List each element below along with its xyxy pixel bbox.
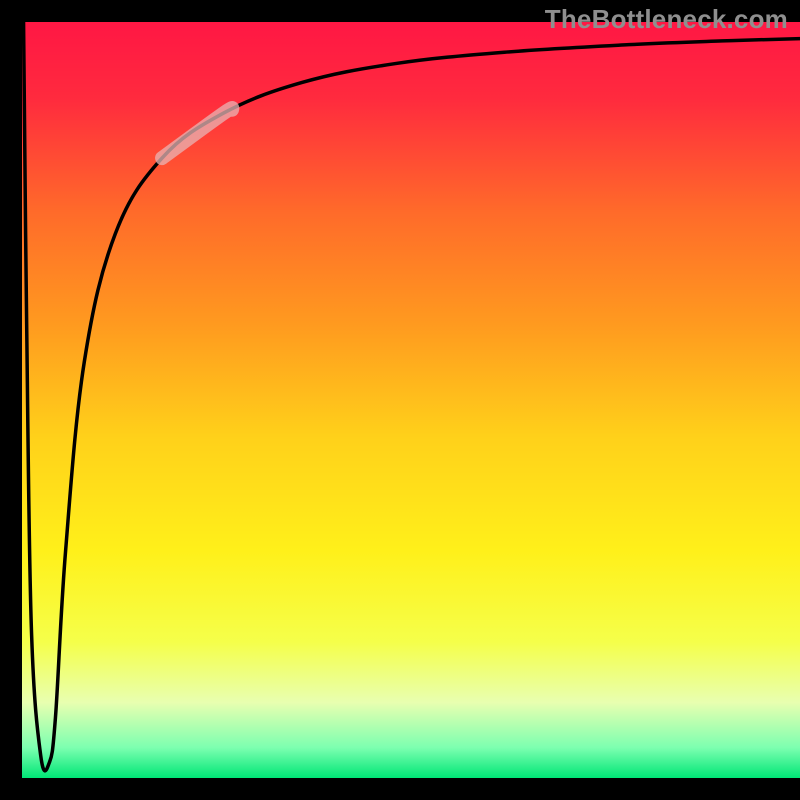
watermark-label: TheBottleneck.com xyxy=(545,4,788,35)
chart-svg xyxy=(0,0,800,800)
plot-background xyxy=(22,22,800,778)
chart-frame: TheBottleneck.com xyxy=(0,0,800,800)
